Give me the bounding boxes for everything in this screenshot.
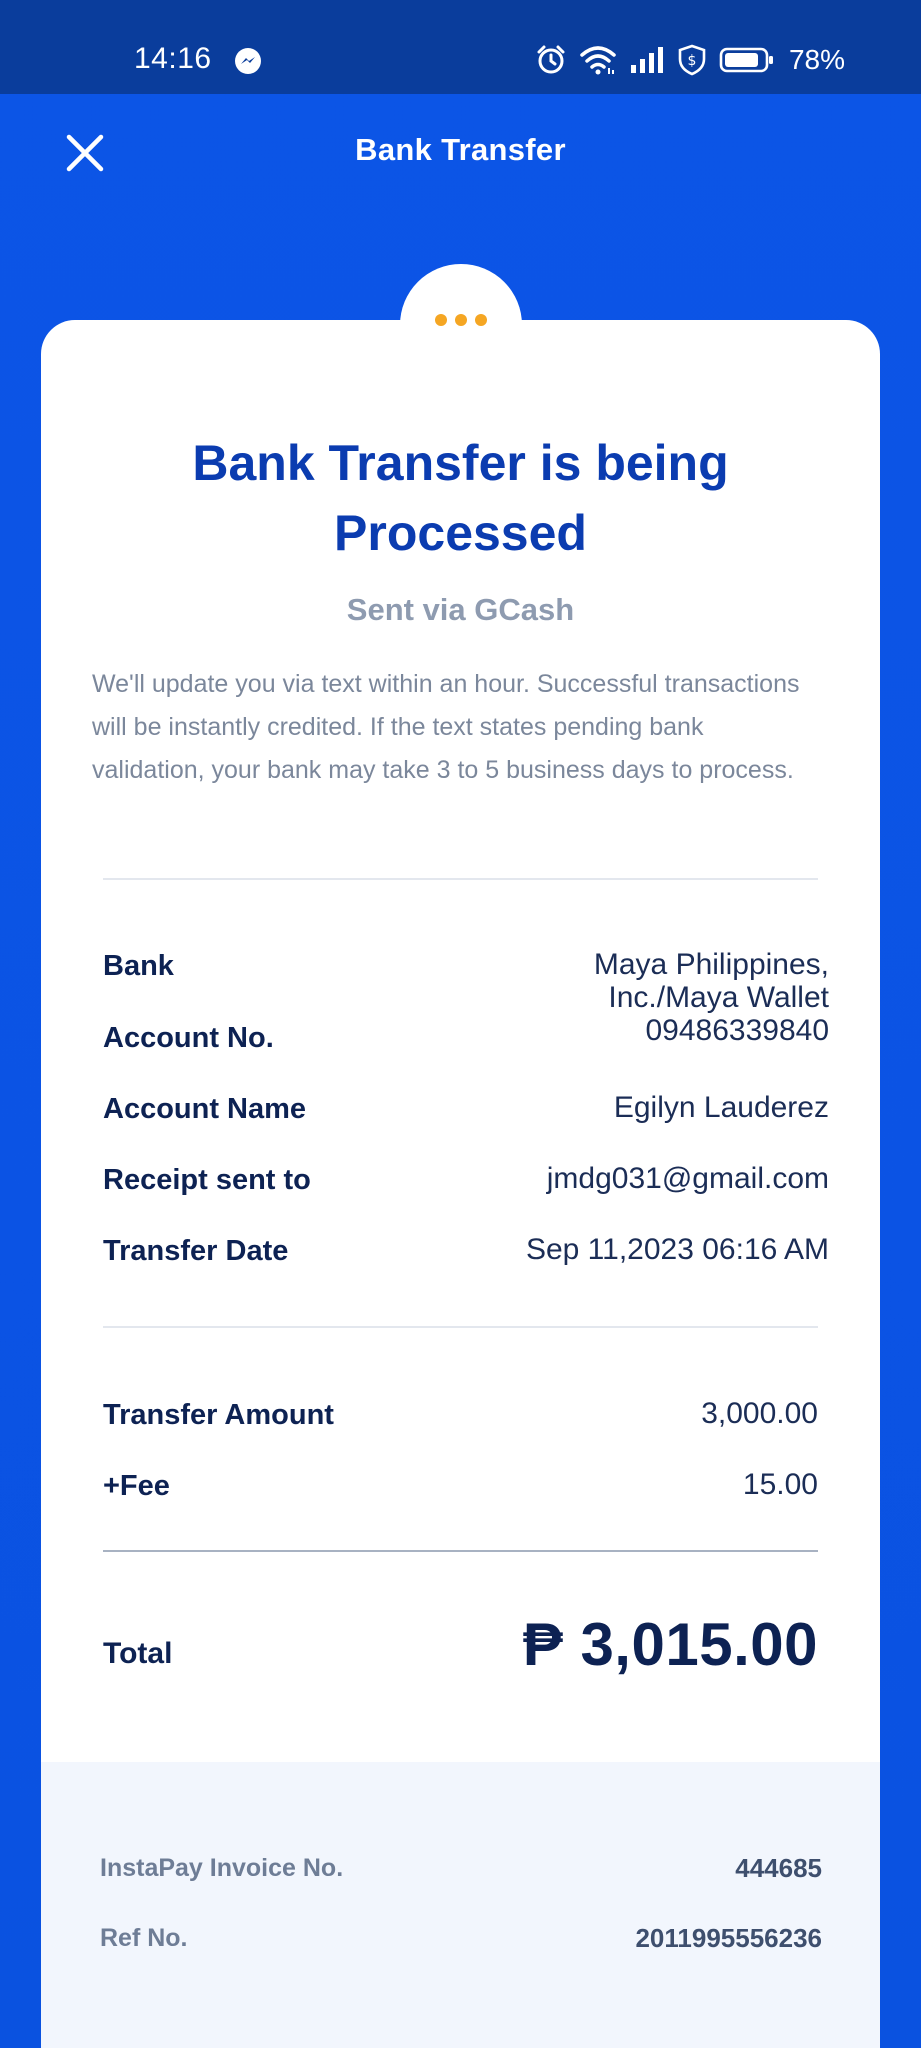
status-time: 14:16	[134, 42, 212, 75]
page-title: Bank Transfer	[355, 132, 566, 167]
wifi-icon	[580, 46, 616, 75]
account-name-value: Egilyn Lauderez	[613, 1091, 829, 1124]
total-amount: ₱ 3,015.00	[522, 1611, 818, 1678]
processing-dots-icon	[435, 314, 487, 326]
divider	[103, 878, 818, 880]
status-icons: $ 78%	[535, 44, 845, 76]
svg-text:$: $	[687, 53, 696, 69]
total-label: Total	[103, 1637, 173, 1670]
signal-icon	[630, 47, 663, 73]
receipt-sent-to-label: Receipt sent to	[103, 1164, 311, 1196]
sent-via-label: Sent via GCash	[346, 592, 575, 627]
processing-indicator	[400, 264, 522, 386]
receipt-email-value: jmdg031@gmail.com	[546, 1162, 829, 1195]
alarm-icon	[537, 45, 565, 74]
ref-no-value: 2011995556236	[635, 1923, 822, 1953]
divider	[103, 1326, 818, 1328]
messenger-icon	[235, 48, 261, 74]
header: Bank Transfer	[0, 94, 921, 206]
transfer-date-value: Sep 11,2023 06:16 AM	[525, 1233, 829, 1266]
status-bar: 14:16 $ 78%	[0, 0, 921, 94]
invoice-no-label: InstaPay Invoice No.	[100, 1854, 344, 1882]
transfer-date-label: Transfer Date	[103, 1235, 289, 1267]
status-description: We'll update you via text within an hour…	[92, 670, 800, 784]
account-no-value: 09486339840	[645, 1014, 829, 1047]
transfer-amount-value: 3,000.00	[701, 1397, 818, 1430]
shield-icon: $	[678, 44, 706, 76]
transfer-receipt-card: Bank Transfer is being Processed Sent vi…	[41, 320, 880, 2048]
fee-label: +Fee	[103, 1470, 170, 1502]
bank-label: Bank	[103, 950, 174, 982]
bank-value-line: Inc./Maya Wallet	[608, 981, 829, 1014]
divider	[103, 1550, 818, 1552]
status-headline: Bank Transfer is being Processed	[192, 435, 729, 561]
battery-icon	[719, 47, 773, 73]
reference-panel: InstaPay Invoice No. 444685 Ref No. 2011…	[41, 1762, 880, 2048]
account-name-label: Account Name	[103, 1093, 307, 1125]
bank-value: Maya Philippines, Inc./Maya Wallet	[594, 948, 829, 1014]
transfer-amount-label: Transfer Amount	[103, 1399, 334, 1431]
account-no-label: Account No.	[103, 1022, 274, 1054]
bank-value-line: Maya Philippines,	[593, 948, 829, 981]
ref-no-label: Ref No.	[100, 1924, 188, 1952]
fee-value: 15.00	[742, 1468, 818, 1501]
battery-level: 78%	[788, 44, 845, 75]
invoice-no-value: 444685	[735, 1853, 822, 1883]
